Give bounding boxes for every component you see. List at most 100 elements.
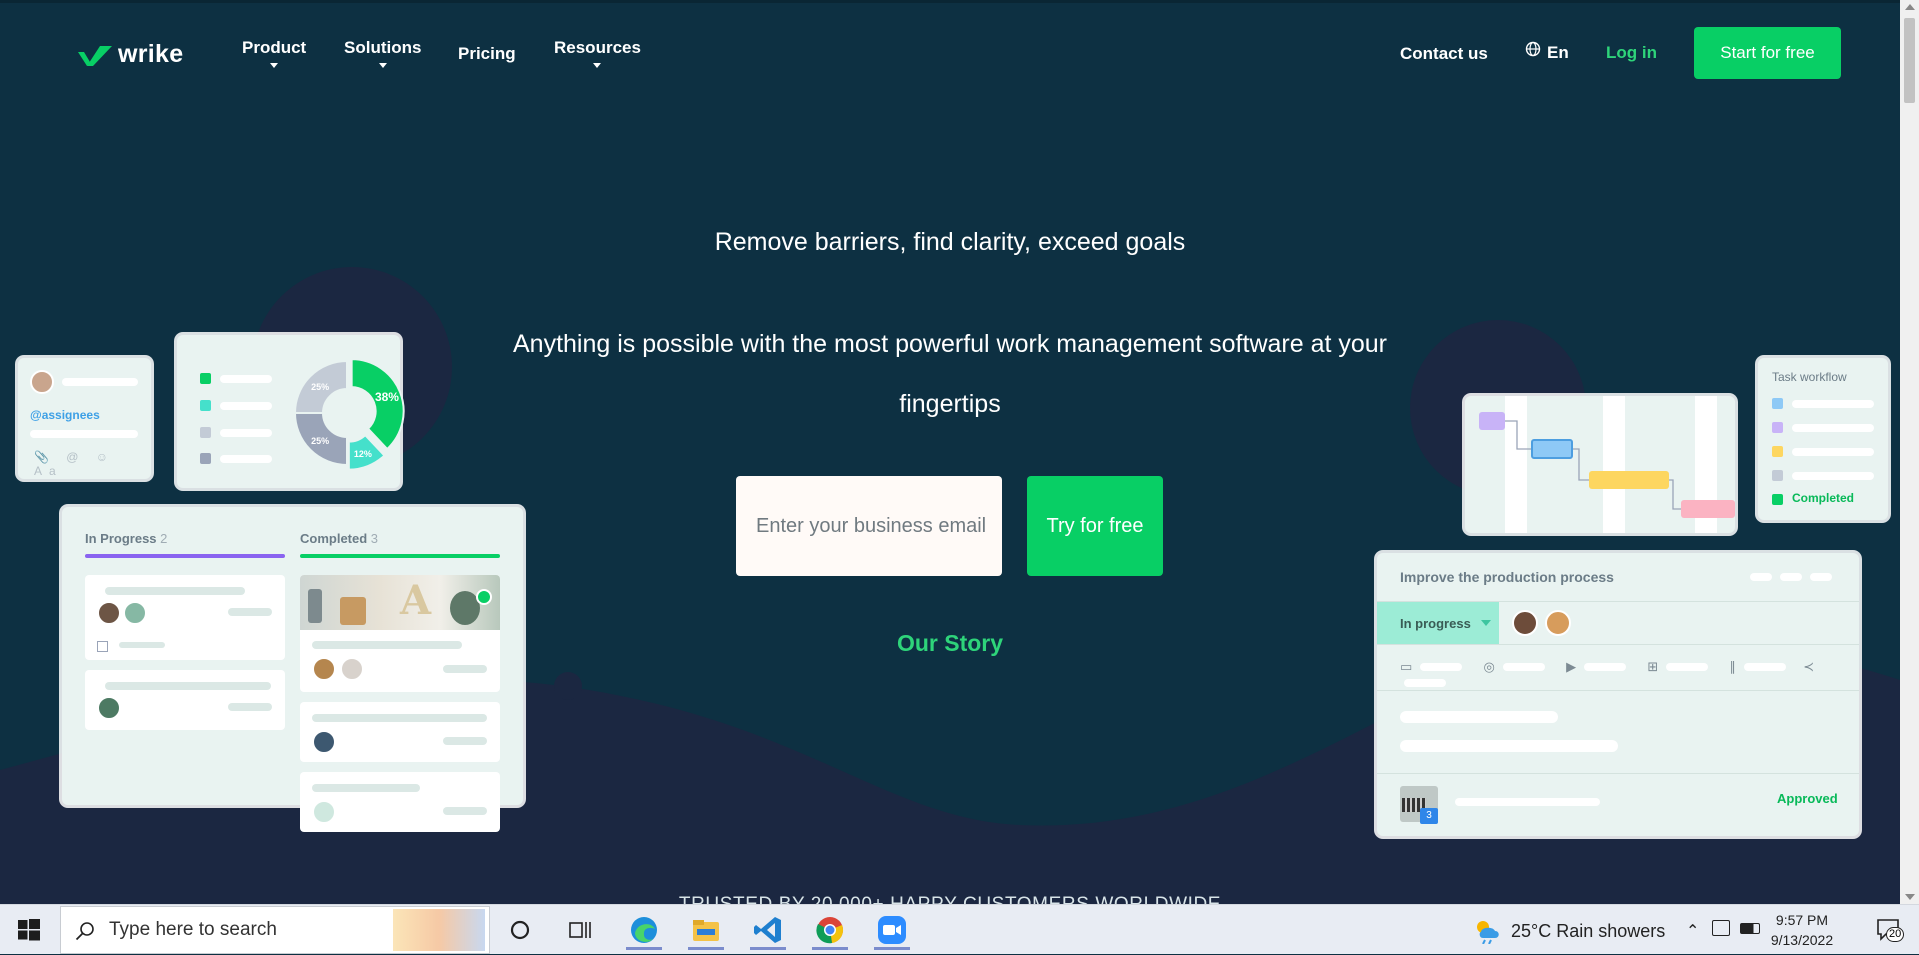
trusted-by-banner: TRUSTED BY 20,000+ HAPPY CUSTOMERS WORLD… <box>0 894 1900 904</box>
chevron-up-icon[interactable]: ⌃ <box>1686 921 1699 941</box>
nav-pricing[interactable]: Pricing <box>458 44 516 64</box>
column-completed-label: Completed <box>300 531 368 546</box>
placeholder-line <box>220 455 272 463</box>
taskbar-clock[interactable]: 9:57 PM 9/13/2022 <box>1762 910 1842 950</box>
nav-solutions[interactable]: Solutions <box>344 38 421 68</box>
contact-us-link[interactable]: Contact us <box>1400 44 1488 64</box>
task-workflow-card: Task workflow Completed <box>1758 358 1888 520</box>
globe-icon <box>1525 41 1541 57</box>
in-progress-underline <box>85 554 285 558</box>
subtask-icon: ⊞ <box>1647 659 1659 674</box>
logo-text: wrike <box>118 40 184 68</box>
nav-product-label: Product <box>242 38 307 57</box>
taskbar-search-box[interactable]: Type here to search <box>60 906 490 954</box>
wrike-check-icon <box>78 45 112 66</box>
clock-time: 9:57 PM <box>1775 912 1829 928</box>
top-navigation: wrike Product Solutions Pricing Resource… <box>0 26 1900 86</box>
avatar <box>97 601 121 625</box>
composer-icons: 📎 @ ☺ Aa <box>34 450 116 478</box>
cortana-icon[interactable] <box>498 910 542 950</box>
status-label: In progress <box>1400 615 1471 631</box>
hero-title: Anything is possible with the most power… <box>512 330 1388 418</box>
language-selector[interactable]: En <box>1525 41 1569 63</box>
nav-resources-label: Resources <box>554 38 641 57</box>
placeholder-line <box>105 682 271 690</box>
completed-check-icon <box>476 589 492 605</box>
subtask-icon <box>97 641 108 652</box>
caret-down-icon <box>270 63 279 68</box>
column-in-progress-header: In Progress 2 <box>85 531 167 546</box>
business-email-input[interactable] <box>736 476 1002 576</box>
placeholder-line <box>105 587 245 595</box>
start-for-free-button[interactable]: Start for free <box>1694 27 1841 79</box>
task-card <box>85 575 285 660</box>
workflow-title: Task workflow <box>1772 370 1847 384</box>
login-link[interactable]: Log in <box>1606 43 1657 63</box>
nav-product[interactable]: Product <box>242 38 307 68</box>
task-view-icon[interactable] <box>558 910 602 950</box>
nav-resources[interactable]: Resources <box>554 38 641 68</box>
windows-taskbar: Type here to search 25°C Rain showers ⌃ … <box>0 904 1919 954</box>
task-detail-card: Improve the production process In progre… <box>1377 553 1859 836</box>
placeholder-line <box>312 714 487 722</box>
start-button[interactable] <box>0 905 58 955</box>
placeholder-line <box>228 703 272 711</box>
search-placeholder: Type here to search <box>109 919 277 940</box>
login-label: Log in <box>1606 43 1657 62</box>
page-scrollbar[interactable] <box>1900 0 1919 904</box>
avatar <box>30 370 54 394</box>
file-explorer-icon[interactable] <box>684 910 728 950</box>
placeholder-line <box>220 375 272 383</box>
shelf-image: A <box>300 575 500 630</box>
legend-swatch <box>200 400 211 411</box>
column-in-progress-count: 2 <box>160 531 168 546</box>
avatar <box>1545 610 1571 636</box>
share-icon: ≺ <box>1803 659 1815 674</box>
vscode-icon[interactable] <box>746 910 790 950</box>
attachment-icon: ∥ <box>1729 659 1737 674</box>
caret-down-icon <box>593 63 602 68</box>
legend-swatch <box>200 427 211 438</box>
donut-slice-label: 38% <box>375 390 399 404</box>
task-title: Improve the production process <box>1400 569 1614 585</box>
edge-browser-icon[interactable] <box>622 910 666 950</box>
avatar <box>97 696 121 720</box>
wrike-logo[interactable]: wrike <box>78 40 183 69</box>
language-label: En <box>1547 43 1569 62</box>
task-card-with-image: A <box>300 575 500 692</box>
scroll-down-arrow-icon[interactable] <box>1905 894 1915 900</box>
network-icon[interactable] <box>1712 920 1730 936</box>
placeholder-line <box>443 807 487 815</box>
notification-center-icon[interactable]: 20 <box>1876 917 1905 942</box>
windows-logo-icon <box>18 919 40 941</box>
column-completed-header: Completed 3 <box>300 531 378 546</box>
gantt-connectors <box>1505 420 1681 510</box>
donut-slice-label: 12% <box>354 449 372 459</box>
donut-slice-label: 25% <box>311 382 329 392</box>
zoom-app-icon[interactable] <box>870 910 914 950</box>
letter-decor: A <box>400 577 432 624</box>
assignees-card: @assignees 📎 @ ☺ Aa <box>18 358 151 479</box>
attachment-thumbnail: 3 <box>1400 786 1438 824</box>
status-dropdown: In progress <box>1377 602 1499 644</box>
donut-slice-label: 25% <box>311 436 329 446</box>
weather-widget[interactable]: 25°C Rain showers <box>1473 918 1665 944</box>
placeholder-line <box>312 641 462 649</box>
scroll-thumb[interactable] <box>1904 18 1915 103</box>
battery-icon[interactable] <box>1740 923 1760 934</box>
chrome-browser-icon[interactable] <box>808 910 852 950</box>
completed-underline <box>300 554 500 558</box>
column-completed-count: 3 <box>370 531 379 546</box>
attachment-count-badge: 3 <box>1420 808 1438 824</box>
assignees-tag: @assignees <box>30 408 100 422</box>
avatar <box>340 657 364 681</box>
try-for-free-button[interactable]: Try for free <box>1027 476 1163 576</box>
notification-count-badge: 20 <box>1886 927 1905 942</box>
placeholder-line <box>30 430 138 438</box>
legend-swatch <box>200 373 211 384</box>
placeholder-line <box>228 608 272 616</box>
weather-text: 25°C Rain showers <box>1511 920 1666 941</box>
scroll-up-arrow-icon[interactable] <box>1905 4 1915 10</box>
nav-pricing-label: Pricing <box>458 44 516 63</box>
task-card <box>300 772 500 832</box>
